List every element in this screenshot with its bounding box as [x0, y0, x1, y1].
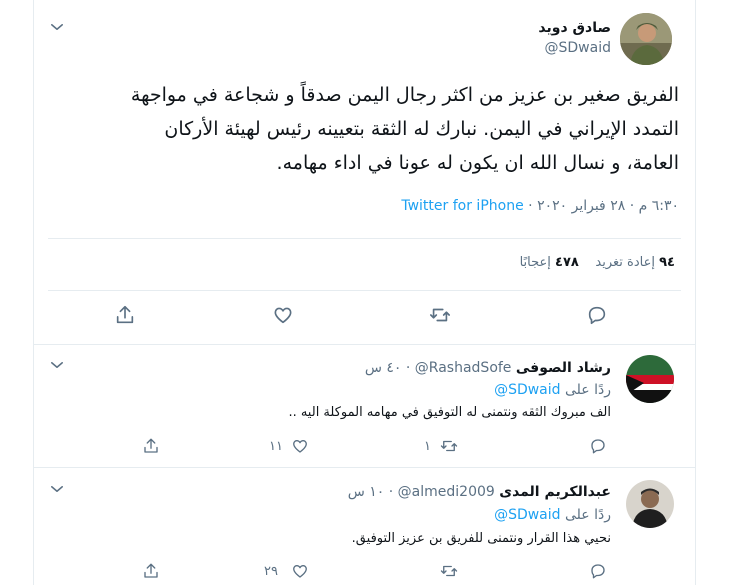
reply-time[interactable]: · ١٠ س [348, 484, 394, 500]
like-count: ٢٩ [264, 564, 278, 579]
avatar[interactable] [626, 355, 674, 403]
chevron-down-icon[interactable] [48, 356, 66, 374]
retweet-icon[interactable] [440, 562, 458, 580]
timeline-column: صادق دويد @SDwaid الفريق صغير بن عزيز من… [33, 0, 696, 585]
author-display-name[interactable]: صادق دويد [538, 20, 611, 36]
chevron-down-icon[interactable] [48, 18, 66, 36]
reply-time[interactable]: · ٤٠ س [365, 360, 411, 376]
share-icon[interactable] [114, 304, 136, 326]
avatar[interactable] [620, 13, 672, 65]
timestamp-text[interactable]: ٦:٣٠ م · ٢٨ فبراير ٢٠٢٠ · [528, 198, 679, 214]
likes-stat[interactable]: ٤٧٨ إعجابًا [520, 255, 579, 270]
replying-to-prefix: ردًا على [565, 507, 611, 523]
reply-icon[interactable] [586, 304, 608, 326]
retweets-label: إعادة تغريد [595, 255, 655, 270]
tweet-timestamp: ٦:٣٠ م · ٢٨ فبراير ٢٠٢٠ · Twitter for iP… [401, 198, 679, 214]
share-icon[interactable] [142, 562, 160, 580]
reply-handle[interactable]: @RashadSofe [415, 360, 512, 376]
likes-label: إعجابًا [519, 255, 551, 270]
replying-to: ردًا على @SDwaid [494, 382, 611, 398]
replying-to-handle[interactable]: @SDwaid [494, 507, 560, 523]
like-icon[interactable] [291, 437, 309, 455]
chevron-down-icon[interactable] [48, 480, 66, 498]
reply-handle[interactable]: @almedi2009 [398, 484, 495, 500]
reply-author: رشاد الصوفى @RashadSofe · ٤٠ س [365, 360, 611, 376]
tweet-text-line-2: التمدد الإيراني في اليمن. نبارك له الثقة… [164, 118, 679, 140]
tweet-text-line-1: الفريق صغير بن عزيز من اكثر رجال اليمن ص… [130, 84, 679, 106]
replying-to-handle[interactable]: @SDwaid [494, 382, 560, 398]
reply-icon[interactable] [589, 562, 607, 580]
reply-display-name[interactable]: رشاد الصوفى [516, 360, 611, 376]
like-icon[interactable] [291, 562, 309, 580]
tweet-text-line-3: العامة، و نسال الله ان يكون له عونا في ا… [276, 152, 679, 174]
tweet-stats: ٩٤ إعادة تغريد ٤٧٨ إعجابًا [520, 255, 675, 270]
like-icon[interactable] [272, 304, 294, 326]
reply-text: الف مبروك الثقه ونتمنى له التوفيق في مها… [288, 405, 611, 420]
retweets-stat[interactable]: ٩٤ إعادة تغريد [591, 255, 675, 270]
tweet-source-link[interactable]: Twitter for iPhone [401, 198, 523, 214]
retweet-count: ١ [424, 439, 431, 454]
avatar[interactable] [626, 480, 674, 528]
reply-display-name[interactable]: عبدالكريم المدى [499, 484, 611, 500]
reply-icon[interactable] [589, 437, 607, 455]
author-handle[interactable]: @SDwaid [545, 40, 611, 56]
likes-count: ٤٧٨ [555, 255, 579, 270]
like-count: ١١ [269, 439, 283, 454]
share-icon[interactable] [142, 437, 160, 455]
retweet-icon[interactable] [429, 304, 451, 326]
reply-text: نحيي هذا القرار ونتمنى للفريق بن عزيز ال… [351, 531, 611, 546]
reply-author: عبدالكريم المدى @almedi2009 · ١٠ س [348, 484, 611, 500]
replying-to-prefix: ردًا على [565, 382, 611, 398]
retweet-icon[interactable] [440, 437, 458, 455]
replying-to: ردًا على @SDwaid [494, 507, 611, 523]
retweets-count: ٩٤ [659, 255, 675, 270]
